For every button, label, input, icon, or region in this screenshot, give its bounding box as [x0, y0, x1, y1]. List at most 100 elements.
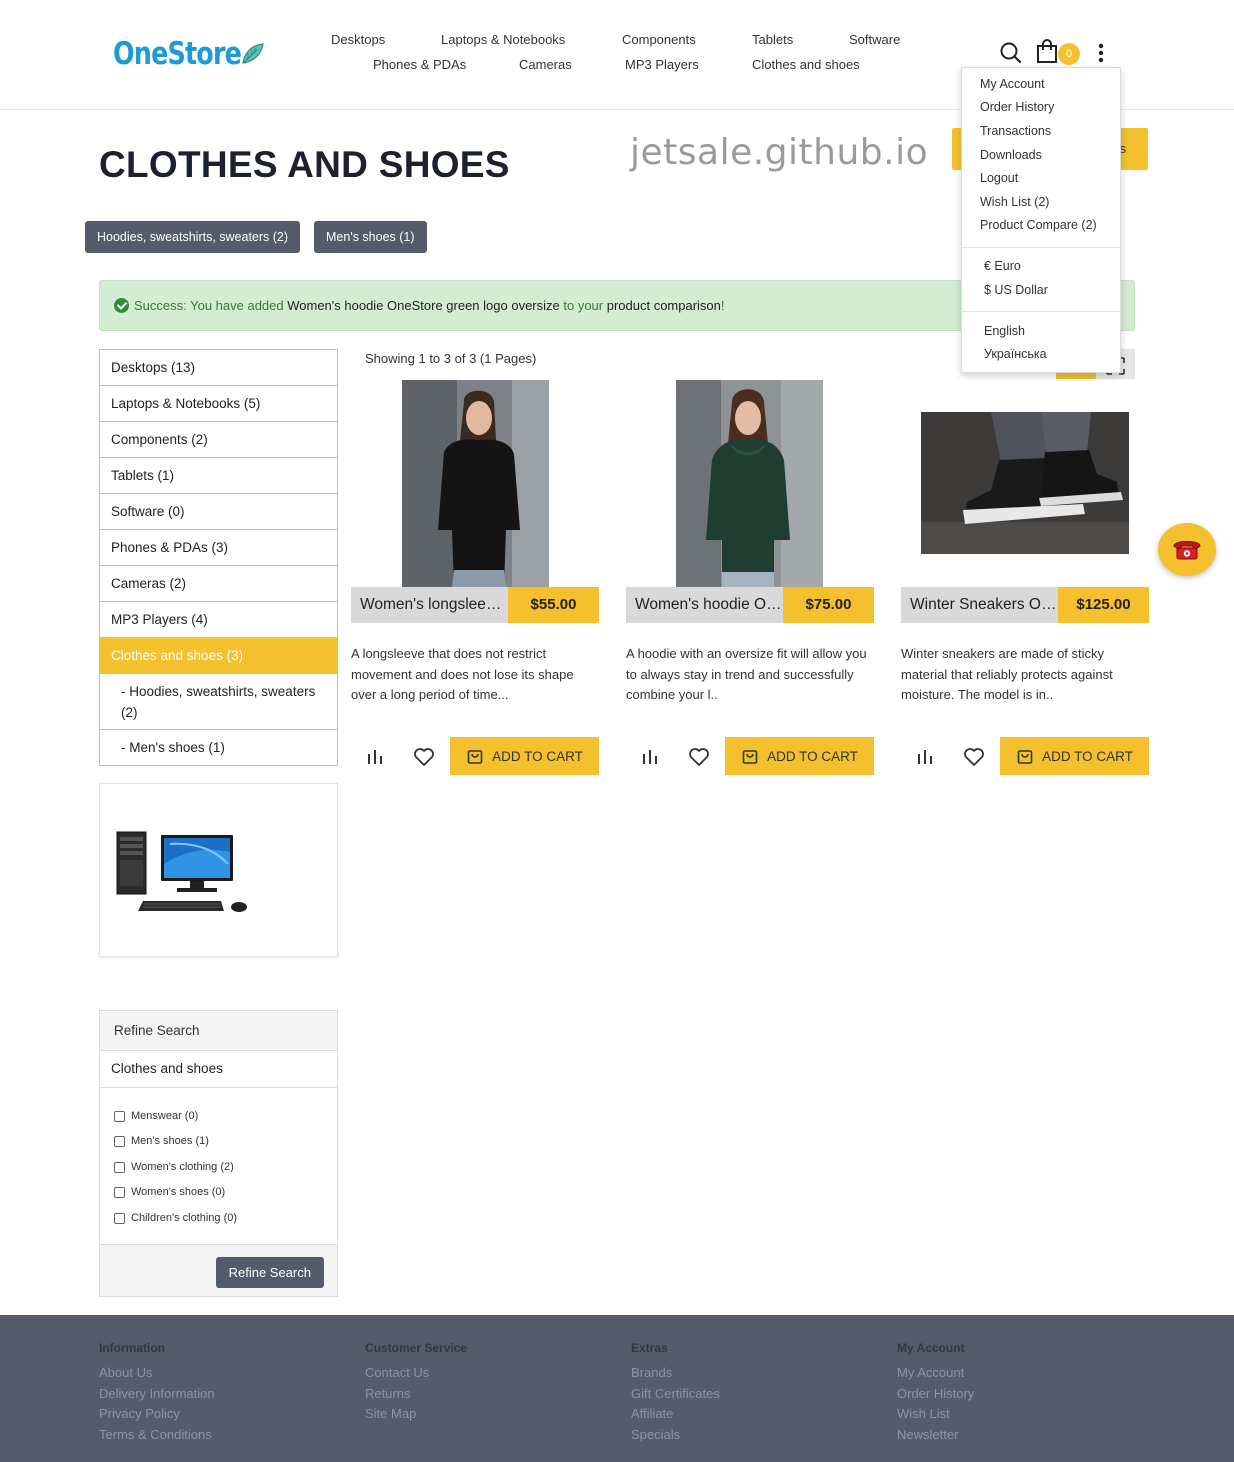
footer-heading: My Account — [897, 1341, 965, 1355]
nav-components[interactable]: Components — [622, 32, 696, 47]
brand-name[interactable]: OneStore — [113, 36, 242, 72]
product-card: Women's hoodie OneStore green logo overs… — [626, 380, 874, 776]
alert-text-1: Success: You have added — [134, 298, 288, 313]
product-image[interactable] — [676, 380, 823, 587]
bag-icon — [742, 750, 758, 764]
checkbox[interactable] — [114, 1161, 125, 1173]
compare-icon[interactable] — [363, 747, 387, 767]
footer-link[interactable]: Site Map — [365, 1404, 467, 1425]
add-to-cart-button[interactable]: ADD TO CART — [725, 737, 874, 775]
product-image[interactable] — [921, 412, 1129, 554]
currency-usd[interactable]: $ US Dollar — [984, 283, 1048, 297]
footer-heading: Extras — [631, 1341, 668, 1355]
footer-heading: Customer Service — [365, 1341, 468, 1355]
nav-laptops[interactable]: Laptops & Notebooks — [441, 32, 565, 47]
brand-logo[interactable]: OneStore — [113, 36, 265, 72]
desktop-computer-image — [116, 831, 247, 912]
category-item[interactable]: Laptops & Notebooks (5) — [100, 386, 337, 422]
alert-product-link[interactable]: Women's hoodie OneStore green logo overs… — [287, 298, 560, 313]
category-item[interactable]: MP3 Players (4) — [100, 602, 337, 638]
category-item[interactable]: Phones & PDAs (3) — [100, 530, 337, 566]
dropdown-my-account[interactable]: My Account — [980, 77, 1045, 91]
nav-mp3[interactable]: MP3 Players — [625, 57, 699, 72]
search-icon[interactable] — [998, 40, 1024, 66]
add-to-cart-button[interactable]: ADD TO CART — [450, 737, 599, 775]
checkbox[interactable] — [114, 1110, 125, 1122]
language-english[interactable]: English — [984, 324, 1025, 338]
footer-link[interactable]: Affiliate — [631, 1404, 720, 1425]
footer-link[interactable]: Contact Us — [365, 1363, 467, 1384]
product-description: A longsleeve that does not restrict move… — [351, 646, 574, 702]
refine-search-panel: Refine Search Clothes and shoes Menswear… — [99, 1010, 338, 1297]
product-name[interactable]: Women's longsleeve OneStore — [360, 596, 508, 614]
nav-desktops[interactable]: Desktops — [331, 32, 385, 47]
product-name[interactable]: Women's hoodie OneStore green logo overs… — [635, 596, 783, 614]
cart-count-badge[interactable]: 0 — [1058, 43, 1080, 65]
nav-cameras[interactable]: Cameras — [519, 57, 572, 72]
category-item[interactable]: Desktops (13) — [100, 350, 337, 386]
alert-compare-link[interactable]: product comparison — [607, 298, 721, 313]
filter-option[interactable]: Children's clothing (0) — [114, 1212, 237, 1224]
heart-icon[interactable] — [688, 746, 710, 768]
category-item[interactable]: Software (0) — [100, 494, 337, 530]
refine-search-button[interactable]: Refine Search — [215, 1257, 324, 1288]
subcat-mens-shoes-button[interactable]: Men's shoes (1) — [314, 221, 427, 253]
footer-link[interactable]: Terms & Conditions — [99, 1425, 215, 1446]
filter-option[interactable]: Women's clothing (2) — [114, 1161, 234, 1173]
alert-text-2: to your — [559, 298, 607, 313]
refine-search-footer: Refine Search — [100, 1244, 337, 1296]
footer-link[interactable]: Specials — [631, 1425, 720, 1446]
nav-software[interactable]: Software — [849, 32, 900, 47]
dropdown-downloads[interactable]: Downloads — [980, 148, 1042, 162]
nav-phones[interactable]: Phones & PDAs — [373, 57, 466, 72]
currency-euro[interactable]: € Euro — [984, 259, 1021, 273]
footer-column-information: Information About Us Delivery Informatio… — [99, 1341, 215, 1445]
footer-column-extras: Extras Brands Gift Certificates Affiliat… — [631, 1341, 720, 1445]
callback-phone-button[interactable] — [1158, 523, 1216, 576]
compare-icon[interactable] — [638, 747, 662, 767]
product-card: Women's longsleeve OneStore $55.00 A lon… — [351, 380, 599, 776]
footer-link[interactable]: Wish List — [897, 1404, 974, 1425]
footer-link[interactable]: Returns — [365, 1384, 467, 1405]
filter-option[interactable]: Menswear (0) — [114, 1110, 198, 1122]
subcategory-item[interactable]: - Men's shoes (1) — [100, 730, 337, 765]
compare-icon[interactable] — [913, 747, 937, 767]
heart-icon[interactable] — [413, 746, 435, 768]
category-item[interactable]: Components (2) — [100, 422, 337, 458]
footer-link[interactable]: My Account — [897, 1363, 974, 1384]
dropdown-logout[interactable]: Logout — [980, 171, 1018, 185]
footer-link[interactable]: Privacy Policy — [99, 1404, 215, 1425]
filter-option[interactable]: Men's shoes (1) — [114, 1135, 209, 1147]
subcategory-item[interactable]: - Hoodies, sweatshirts, sweaters (2) — [100, 674, 337, 730]
heart-icon[interactable] — [963, 746, 985, 768]
dropdown-wish-list[interactable]: Wish List (2) — [980, 195, 1049, 209]
footer-link[interactable]: Order History — [897, 1384, 974, 1405]
phone-icon — [1173, 541, 1201, 560]
nav-clothes[interactable]: Clothes and shoes — [752, 57, 860, 72]
footer-link[interactable]: Gift Certificates — [631, 1384, 720, 1405]
footer-link[interactable]: Delivery Information — [99, 1384, 215, 1405]
nav-tablets[interactable]: Tablets — [752, 32, 793, 47]
checkbox[interactable] — [114, 1212, 125, 1224]
dropdown-product-compare[interactable]: Product Compare (2) — [980, 218, 1097, 232]
add-to-cart-button[interactable]: ADD TO CART — [1000, 737, 1149, 775]
sidebar-banner[interactable] — [99, 783, 338, 957]
category-item-active[interactable]: Clothes and shoes (3) — [100, 638, 337, 674]
more-menu-icon[interactable] — [1094, 40, 1108, 66]
language-ukrainian[interactable]: Українська — [984, 347, 1047, 361]
footer-link[interactable]: Brands — [631, 1363, 720, 1384]
footer-link[interactable]: Newsletter — [897, 1425, 974, 1446]
category-item[interactable]: Tablets (1) — [100, 458, 337, 494]
shopping-bag-icon[interactable] — [1034, 38, 1060, 64]
checkbox[interactable] — [114, 1186, 125, 1198]
category-item[interactable]: Cameras (2) — [100, 566, 337, 602]
dropdown-order-history[interactable]: Order History — [980, 100, 1054, 114]
dropdown-transactions[interactable]: Transactions — [980, 124, 1051, 138]
add-to-cart-label: ADD TO CART — [1042, 748, 1133, 764]
footer-link[interactable]: About Us — [99, 1363, 215, 1384]
filter-option[interactable]: Women's shoes (0) — [114, 1186, 225, 1198]
subcat-hoodies-button[interactable]: Hoodies, sweatshirts, sweaters (2) — [85, 221, 301, 253]
product-name[interactable]: Winter Sneakers OneStore — [910, 596, 1058, 614]
product-image[interactable] — [402, 380, 549, 587]
checkbox[interactable] — [114, 1135, 125, 1147]
